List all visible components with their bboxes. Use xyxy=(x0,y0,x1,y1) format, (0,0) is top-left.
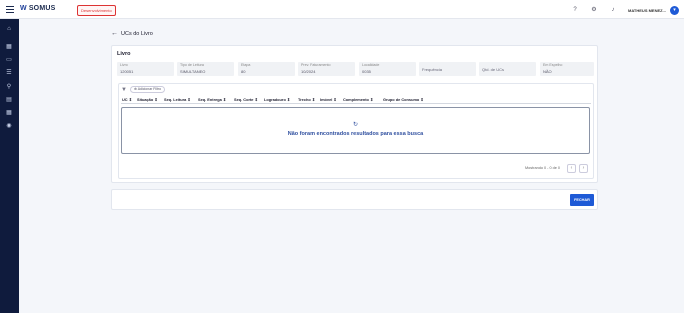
field-em-espelho: Em Espelho NÃO xyxy=(540,62,594,76)
back-arrow-icon[interactable]: ← xyxy=(111,30,118,37)
column-complemento[interactable]: Complemento ⇕ xyxy=(343,97,373,102)
column-logradouro[interactable]: Logradouro ⇕ xyxy=(264,97,290,102)
settings-icon[interactable]: ⚙ xyxy=(591,7,597,13)
livro-card: Livro Livro 120051 Tipo de Leitura SIMUL… xyxy=(111,45,598,183)
footer-actions: FECHAR xyxy=(111,189,598,210)
next-page-button[interactable]: › xyxy=(579,164,588,173)
column-situacao[interactable]: Situação ⇕ xyxy=(137,97,158,102)
page-title: UCs do Livro xyxy=(121,31,153,37)
uc-grid: ▼ ⊕ Adicionar Filtro UC ⇕ Situação ⇕ Seq… xyxy=(118,83,594,179)
field-tipo-leitura: Tipo de Leitura SIMULTANEO xyxy=(177,62,234,76)
column-seq-leitura[interactable]: Seq. Leitura ⇕ xyxy=(164,97,191,102)
column-seq-entrega[interactable]: Seq. Entrega ⇕ xyxy=(198,97,226,102)
user-avatar-button[interactable]: ▾ xyxy=(670,6,679,15)
notification-bell-icon[interactable]: ♪ xyxy=(610,7,616,13)
search-icon[interactable]: ⚲ xyxy=(5,83,13,91)
pagination-info: Mostrando 0 - 0 de 0 xyxy=(525,166,561,170)
menu-icon[interactable] xyxy=(6,6,14,13)
prev-page-button[interactable]: ‹ xyxy=(567,164,576,173)
add-filter-button[interactable]: ⊕ Adicionar Filtro xyxy=(130,86,166,93)
environment-badge: Desenvolvimento xyxy=(77,5,116,16)
field-livro: Livro 120051 xyxy=(117,62,174,76)
sidebar: ⌂ ▦ ▭ ☰ ⚲ ▤ ▦ ◉ xyxy=(0,19,19,313)
column-uc[interactable]: UC ⇕ xyxy=(122,97,132,102)
table-header: UC ⇕ Situação ⇕ Seq. Leitura ⇕ Seq. Entr… xyxy=(121,95,591,104)
dashboard-icon[interactable]: ▦ xyxy=(5,43,13,51)
column-trecho[interactable]: Trecho ⇕ xyxy=(298,97,315,102)
help-icon[interactable]: ? xyxy=(572,7,578,13)
home-icon[interactable]: ⌂ xyxy=(5,25,13,33)
grid-icon[interactable]: ▦ xyxy=(5,109,13,117)
user-name[interactable]: MATHEUS MENEZ... xyxy=(628,8,666,13)
field-etapa: Etapa 80 xyxy=(238,62,295,76)
card-icon[interactable]: ▭ xyxy=(5,56,13,64)
empty-message: Não foram encontrados resultados para es… xyxy=(287,131,424,137)
filter-icon[interactable]: ▼ xyxy=(121,87,127,93)
column-grupo-consumo[interactable]: Grupo de Consumo ⇕ xyxy=(383,97,424,102)
list-icon[interactable]: ☰ xyxy=(5,69,13,77)
settings-icon[interactable]: ◉ xyxy=(5,122,13,130)
refresh-icon: ↻ xyxy=(353,122,359,128)
column-seq-corte[interactable]: Seq. Corte ⇕ xyxy=(234,97,258,102)
field-qtd-ucs: Qtd. de UCs xyxy=(479,62,536,76)
top-bar: W SOMUS Desenvolvimento ? ⚙ ♪ MATHEUS MEN… xyxy=(0,0,684,19)
field-prev-faturamento: Prev. Faturamento 10/2024 xyxy=(298,62,355,76)
field-localidade: Localidade 0035 xyxy=(359,62,416,76)
column-imovel[interactable]: Imóvel ⇕ xyxy=(320,97,337,102)
section-title: Livro xyxy=(117,51,131,57)
empty-state: ↻ Não foram encontrados resultados para … xyxy=(121,107,590,154)
field-frequencia: Frequência xyxy=(419,62,476,76)
report-icon[interactable]: ▤ xyxy=(5,96,13,104)
close-button[interactable]: FECHAR xyxy=(570,194,594,206)
logo: W SOMUS xyxy=(20,5,56,12)
